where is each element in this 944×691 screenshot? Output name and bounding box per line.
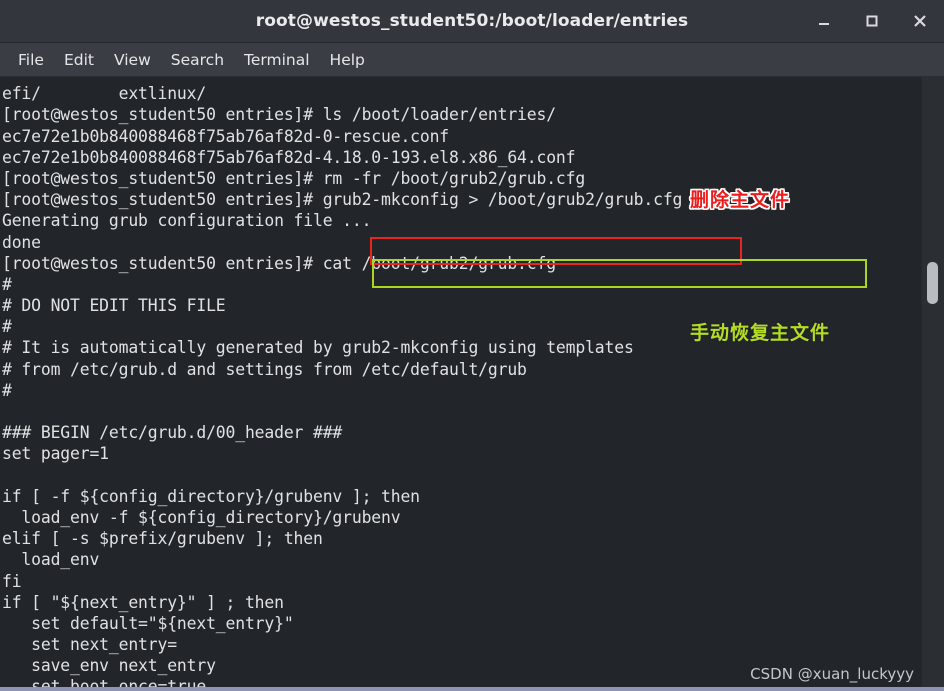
terminal-line: ### BEGIN /etc/grub.d/00_header ### (2, 423, 343, 443)
terminal-line: set default="${next_entry}" (2, 613, 294, 633)
menu-item-terminal[interactable]: Terminal (234, 48, 320, 72)
terminal-line: load_env (2, 550, 100, 570)
window-title: root@westos_student50:/boot/loader/entri… (255, 11, 689, 31)
menu-item-view[interactable]: View (104, 48, 161, 72)
terminal-window: root@westos_student50:/boot/loader/entri… (0, 0, 944, 691)
maximize-button[interactable] (858, 7, 886, 35)
terminal-line: [root@westos_student50 entries]# ls /boo… (2, 105, 556, 125)
annotation-manual-restore-main-file: 手动恢复主文件 (690, 322, 831, 344)
minimize-button[interactable] (810, 7, 838, 35)
scrollbar-thumb[interactable] (927, 262, 938, 304)
terminal-line: Generating grub configuration file ... (2, 211, 372, 231)
terminal-line: load_env -f ${config_directory}/grubenv (2, 507, 401, 527)
window-controls (810, 0, 934, 42)
terminal-line: # (2, 274, 12, 294)
terminal-area[interactable]: efi/ extlinux/[root@westos_student50 ent… (0, 77, 944, 691)
terminal-line: # from /etc/grub.d and settings from /et… (2, 359, 527, 379)
window-bottom-edge (0, 687, 944, 691)
terminal-line: ec7e72e1b0b840088468f75ab76af82d-4.18.0-… (2, 147, 576, 167)
menu-bar: File Edit View Search Terminal Help (0, 43, 944, 77)
annotation-delete-main-file: 删除主文件 (690, 189, 791, 211)
close-button[interactable] (906, 7, 934, 35)
terminal-line: # (2, 380, 12, 400)
terminal-line: done (2, 232, 41, 252)
terminal-line: set pager=1 (2, 444, 109, 464)
terminal-output[interactable]: efi/ extlinux/[root@westos_student50 ent… (0, 77, 922, 691)
terminal-line: efi/ extlinux/ (2, 84, 207, 104)
terminal-line-list: efi/ extlinux/[root@westos_student50 ent… (2, 77, 922, 691)
terminal-line: if [ -f ${config_directory}/grubenv ]; t… (2, 486, 420, 506)
menu-item-search[interactable]: Search (161, 48, 234, 72)
title-bar[interactable]: root@westos_student50:/boot/loader/entri… (0, 0, 944, 43)
terminal-line: set next_entry= (2, 635, 177, 655)
terminal-line: fi (2, 571, 22, 591)
terminal-line: [root@westos_student50 entries]# cat /bo… (2, 253, 556, 273)
menu-item-help[interactable]: Help (320, 48, 375, 72)
terminal-line: if [ "${next_entry}" ] ; then (2, 592, 284, 612)
terminal-line: # DO NOT EDIT THIS FILE (2, 296, 226, 316)
vertical-scrollbar[interactable] (921, 77, 944, 691)
terminal-line: elif [ -s $prefix/grubenv ]; then (2, 529, 323, 549)
menu-item-edit[interactable]: Edit (54, 48, 104, 72)
watermark: CSDN @xuan_luckyyy (750, 665, 914, 683)
menu-item-file[interactable]: File (8, 48, 54, 72)
terminal-line: ec7e72e1b0b840088468f75ab76af82d-0-rescu… (2, 126, 450, 146)
